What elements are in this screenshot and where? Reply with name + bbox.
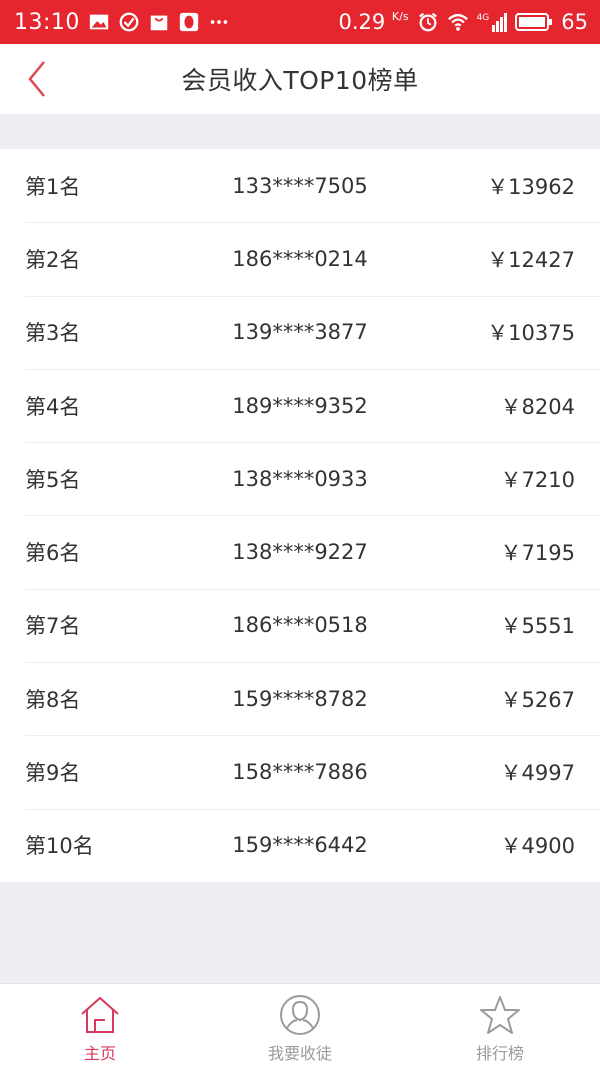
star-icon	[480, 996, 520, 1034]
tab-leaderboard[interactable]: 排行榜	[400, 984, 600, 1067]
tab-recruit-label: 我要收徒	[267, 1044, 332, 1063]
back-button[interactable]	[22, 58, 52, 100]
table-row: 第6名 138****9227 ￥7195	[0, 515, 600, 588]
table-row: 第10名 159****6442 ￥4900	[0, 808, 600, 882]
chevron-left-icon	[28, 61, 45, 97]
user-icon	[280, 995, 320, 1035]
income-amount: ￥4997	[500, 761, 575, 786]
check-circle-icon	[119, 12, 139, 32]
table-row: 第9名 158****7886 ￥4997	[0, 735, 600, 808]
image-icon	[89, 14, 109, 30]
status-time: 13:10	[14, 9, 80, 35]
network-speed: 0.29 K/s	[338, 10, 409, 34]
more-icon	[210, 20, 228, 24]
signal-icon: 4G	[477, 12, 508, 32]
table-row: 第4名 189****9352 ￥8204	[0, 368, 600, 442]
income-amount: ￥8204	[500, 394, 575, 419]
qq-icon	[179, 12, 199, 32]
tab-home-label: 主页	[83, 1044, 116, 1063]
tab-bar: 主页 我要收徒 排行榜	[0, 983, 600, 1067]
income-amount: ￥13962	[487, 174, 575, 199]
shopping-bag-icon	[150, 15, 168, 31]
income-amount: ￥5551	[500, 614, 575, 639]
income-amount: ￥10375	[487, 321, 575, 346]
wifi-icon	[447, 13, 468, 31]
income-amount: ￥7195	[500, 541, 575, 566]
table-row: 第7名 186****0518 ￥5551	[0, 588, 600, 662]
status-bar: 13:10 0.29 K/s 4G 65	[0, 0, 600, 44]
tab-leaderboard-label: 排行榜	[475, 1044, 524, 1063]
income-amount: ￥5267	[500, 687, 575, 712]
alarm-icon	[418, 12, 437, 32]
table-row: 第8名 159****8782 ￥5267	[0, 662, 600, 735]
home-icon	[81, 996, 119, 1033]
income-amount: ￥7210	[500, 467, 575, 492]
tab-home[interactable]: 主页	[0, 984, 200, 1067]
table-row: 第2名 186****0214 ￥12427	[0, 222, 600, 295]
nav-bar: 会员收入TOP10榜单	[0, 44, 600, 114]
tab-recruit[interactable]: 我要收徒	[200, 984, 400, 1067]
table-row: 第1名 133****7505 ￥13962	[0, 149, 600, 222]
table-row: 第5名 138****0933 ￥7210	[0, 442, 600, 515]
ranking-list: 第1名 133****7505 ￥13962 第2名 186****0214 ￥12427…	[0, 149, 600, 882]
income-amount: ￥12427	[487, 247, 575, 272]
battery-icon	[515, 13, 553, 31]
battery-level: 65	[561, 10, 588, 34]
page-title: 会员收入TOP10榜单	[181, 66, 419, 95]
income-amount: ￥4900	[500, 834, 575, 859]
table-row: 第3名 139****3877 ￥10375	[0, 295, 600, 369]
